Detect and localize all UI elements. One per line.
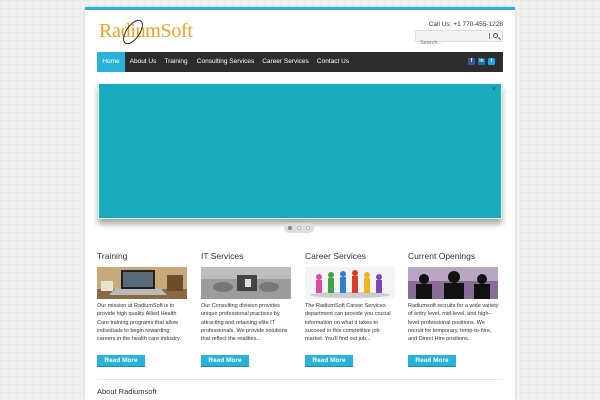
slider-pagination	[284, 223, 314, 233]
close-icon[interactable]: ×	[492, 86, 496, 93]
linkedin-icon[interactable]: in	[478, 58, 485, 65]
logo-text: RadiumSoft	[99, 20, 193, 42]
section-divider	[97, 379, 503, 380]
search-divider	[489, 33, 490, 39]
phone-number: Call Us: +1 770-455-1228	[428, 21, 503, 28]
section-text: Our Consulting division provides unique …	[201, 303, 288, 343]
nav-consulting-services[interactable]: Consulting Services	[194, 52, 257, 72]
logo[interactable]: RadiumSoft	[99, 16, 193, 48]
slider-dot-3[interactable]	[306, 226, 310, 230]
section-title: IT Services	[201, 251, 244, 261]
nav-home[interactable]: Home	[97, 52, 125, 72]
search-box	[415, 30, 503, 48]
nav-career-services[interactable]: Career Services	[260, 52, 311, 72]
search-input[interactable]	[416, 38, 484, 48]
it-services-image	[201, 267, 291, 299]
section-title: Career Services	[305, 251, 366, 261]
section-training: Training Our mission at RadiumSoft is to…	[97, 251, 189, 367]
search-icon[interactable]	[493, 33, 498, 38]
facebook-icon[interactable]: f	[468, 58, 475, 65]
read-more-button[interactable]: Read More	[305, 355, 353, 367]
training-image	[97, 267, 187, 299]
section-career-services: Career Services The RadiumSoft Career Se…	[305, 251, 397, 367]
main-navigation: Home About Us Training Consulting Servic…	[97, 52, 503, 72]
read-more-button[interactable]: Read More	[201, 355, 249, 367]
about-title: About Radiumsoft	[97, 387, 157, 396]
section-title: Training	[97, 251, 128, 261]
section-current-openings: Current Openings Radiumsoft recruits for…	[408, 251, 500, 367]
nav-training[interactable]: Training	[161, 52, 191, 72]
page-container: RadiumSoft Call Us: +1 770-455-1228 Home…	[85, 7, 515, 400]
read-more-button[interactable]: Read More	[408, 355, 456, 367]
section-text: The RadiumSoft Career Services departmen…	[305, 303, 391, 343]
twitter-icon[interactable]: t	[488, 58, 495, 65]
read-more-button[interactable]: Read More	[97, 355, 145, 367]
nav-contact-us[interactable]: Contact Us	[314, 52, 352, 72]
career-services-image	[305, 267, 395, 299]
current-openings-image	[408, 267, 498, 299]
slider-dot-1[interactable]	[288, 226, 292, 230]
hero-slider[interactable]: ×	[98, 83, 502, 219]
slider-dot-2[interactable]	[297, 226, 301, 230]
section-text: Our mission at RadiumSoft is to provide …	[97, 303, 181, 343]
section-title: Current Openings	[408, 251, 476, 261]
section-it-services: IT Services Our Consulting division prov…	[201, 251, 293, 367]
section-text: Radiumsoft recruits for a wide variety o…	[408, 303, 499, 343]
nav-about-us[interactable]: About Us	[127, 52, 159, 72]
